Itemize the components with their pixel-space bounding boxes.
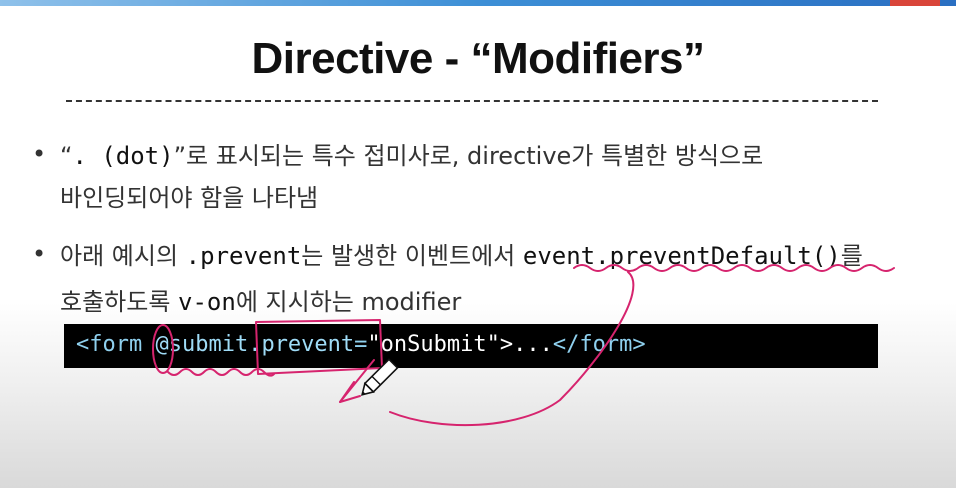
- prevent-default-code: event.preventDefault(): [522, 242, 841, 270]
- code-close-tag: </form>: [552, 332, 646, 357]
- bullet-1-text: 로 표시되는 특수 접미사로, directive가 특별한 방식으로: [186, 142, 764, 170]
- bullet-2-line-1: 아래 예시의 .prevent는 발생한 이벤트에서 event.prevent…: [60, 236, 863, 271]
- bullet-1-line-2: 바인딩되어야 함을 나타냄: [60, 184, 319, 212]
- top-red-indicator: [890, 0, 940, 6]
- bullet-1-marker: •: [32, 140, 47, 168]
- code-attribute: @submit.prevent: [155, 332, 355, 357]
- title-divider: [66, 100, 878, 102]
- bullet-1-line-1: “. (dot)”로 표시되는 특수 접미사로, directive가 특별한 …: [60, 136, 763, 171]
- code-open-tag: <form: [76, 332, 156, 357]
- arrow-head: [339, 381, 361, 403]
- prevent-code: .prevent: [185, 242, 302, 270]
- bullet-2-text-b: 는 발생한 이벤트에서: [301, 242, 523, 270]
- bullet-2-text-a: 아래 예시의: [60, 242, 186, 270]
- code-equals: =: [354, 332, 368, 357]
- open-quote: “: [60, 142, 73, 170]
- code-value: "onSubmit": [367, 332, 500, 357]
- close-quote: ”: [173, 142, 187, 170]
- submit-squiggle: [167, 368, 275, 377]
- bullet-2-text-e: 에 지시하는 modifier: [235, 288, 462, 316]
- bullet-2-text-c: 를: [840, 242, 863, 270]
- bullet-2-marker: •: [32, 240, 47, 268]
- v-on-code: v-on: [178, 288, 236, 316]
- dot-code: . (dot): [72, 142, 174, 170]
- bullet-2-text-d: 호출하도록: [60, 288, 179, 316]
- code-example-line: <form @submit.prevent="onSubmit">...</fo…: [76, 332, 646, 357]
- bullet-2-line-2: 호출하도록 v-on에 지시하는 modifier: [60, 282, 461, 317]
- slide-title: Directive - “Modifiers”: [251, 34, 705, 83]
- top-window-strip: [0, 0, 956, 6]
- code-middle: >...: [499, 332, 553, 357]
